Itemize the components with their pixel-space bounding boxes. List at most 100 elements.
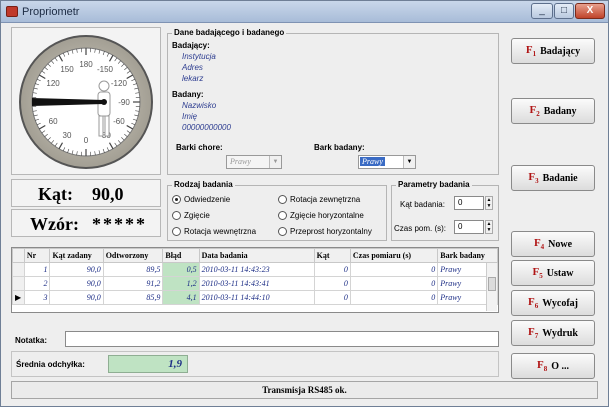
cell-angle[interactable]: 0 bbox=[313, 262, 351, 277]
option-label: Zgięcie bbox=[184, 211, 210, 220]
fkey-number: 2 bbox=[536, 110, 540, 119]
mean-deviation-label: Średnia odchyłka: bbox=[16, 360, 85, 369]
cell-time[interactable]: 0 bbox=[349, 262, 439, 277]
cell-nr[interactable]: 1 bbox=[23, 262, 51, 277]
cell-reproduced[interactable]: 89,5 bbox=[102, 262, 164, 277]
f1-examiner-button[interactable]: F1 Badający bbox=[511, 38, 595, 64]
f5-label: Ustaw bbox=[546, 267, 574, 279]
cell-nr[interactable]: 3 bbox=[23, 290, 51, 305]
radio-zgiecie-horyzontalne[interactable] bbox=[278, 211, 287, 220]
mean-deviation-value: 1,9 bbox=[168, 358, 182, 370]
column-header[interactable]: Czas pomiaru (s) bbox=[349, 248, 439, 263]
cell-reproduced[interactable]: 91,2 bbox=[102, 276, 164, 291]
mean-deviation-field: 1,9 bbox=[108, 355, 188, 373]
fkey-number: 8 bbox=[543, 365, 548, 374]
examiner-doctor: lekarz bbox=[182, 74, 204, 83]
pattern-label: Wzór: bbox=[30, 214, 79, 234]
table-row[interactable]: 1 90,0 89,5 0,5 2010-03-11 14:43:23 0 0 … bbox=[12, 262, 498, 277]
table-row-selected[interactable]: ▶ 3 90,0 85,9 4,1 2010-03-11 14:44:10 0 … bbox=[12, 290, 498, 305]
fkey-number: 7 bbox=[534, 332, 539, 341]
cell-error[interactable]: 0,5 bbox=[162, 262, 200, 277]
chevron-down-icon[interactable]: ▼ bbox=[403, 156, 415, 168]
radio-rotacja-zewnetrzna[interactable] bbox=[278, 195, 287, 204]
minimize-button[interactable]: _ bbox=[531, 3, 553, 19]
examiner-address: Adres bbox=[182, 63, 203, 72]
f7-label: Wydruk bbox=[542, 327, 578, 339]
cell-date[interactable]: 2010-03-11 14:43:23 bbox=[198, 262, 315, 277]
subject-data-group: Dane badającego i badanego Badający: Ins… bbox=[167, 28, 499, 175]
measure-time-value: 0 bbox=[458, 222, 463, 231]
table-row[interactable]: 2 90,0 91,2 1,2 2010-03-11 14:43:41 0 0 … bbox=[12, 276, 498, 291]
table-scrollbar[interactable] bbox=[486, 263, 497, 311]
radio-zgiecie[interactable] bbox=[172, 211, 181, 220]
cell-set-angle[interactable]: 90,0 bbox=[49, 262, 104, 277]
fkey-number: 4 bbox=[540, 243, 545, 252]
radio-rotacja-wewnetrzna[interactable] bbox=[172, 227, 181, 236]
radio-odwiedzenie[interactable] bbox=[172, 195, 181, 204]
title-bar[interactable]: Propriometr _ □ X bbox=[1, 1, 608, 23]
window-title: Propriometr bbox=[22, 6, 80, 18]
cell-time[interactable]: 0 bbox=[349, 290, 439, 305]
measure-time-label: Czas pom. (s): bbox=[394, 224, 447, 233]
f8-about-button[interactable]: F8 O ... bbox=[511, 353, 595, 379]
fkey-letter: F bbox=[533, 236, 541, 249]
option-label: Rotacja zewnętrzna bbox=[290, 195, 361, 204]
f8-label: O ... bbox=[551, 360, 569, 372]
column-header[interactable]: Nr bbox=[23, 248, 51, 263]
gauge-tick-label: -150 bbox=[97, 65, 114, 74]
gauge-tick-label: -60 bbox=[113, 117, 125, 126]
radio-przeprost-horyzontalny[interactable] bbox=[278, 227, 287, 236]
f6-undo-button[interactable]: F6 Wycofaj bbox=[511, 290, 595, 316]
f4-label: Nowe bbox=[548, 238, 573, 250]
cell-error[interactable]: 1,2 bbox=[162, 276, 200, 291]
measure-time-spinner[interactable]: ▲ ▼ bbox=[485, 220, 493, 234]
patient-label: Badany: bbox=[172, 90, 204, 99]
cell-date[interactable]: 2010-03-11 14:44:10 bbox=[198, 290, 315, 305]
column-header[interactable]: Kąt bbox=[313, 248, 351, 263]
f2-patient-button[interactable]: F2 Badany bbox=[511, 98, 595, 124]
column-header[interactable]: Kąt zadany bbox=[49, 248, 104, 263]
column-header[interactable]: Data badania bbox=[198, 248, 315, 263]
cell-set-angle[interactable]: 90,0 bbox=[49, 276, 104, 291]
exam-angle-input[interactable]: 0 bbox=[454, 196, 484, 210]
sick-shoulders-combo[interactable]: Prawy ▼ bbox=[226, 155, 282, 169]
option-label: Odwiedzenie bbox=[184, 195, 231, 204]
gauge-tick-label: 120 bbox=[46, 79, 60, 88]
exam-type-group: Rodzaj badania Odwiedzenie Zgięcie Rotac… bbox=[167, 180, 387, 241]
column-header[interactable]: Błąd bbox=[162, 248, 200, 263]
cell-error[interactable]: 4,1 bbox=[162, 290, 200, 305]
table-header-row: Nr Kąt zadany Odtworzony Błąd Data badan… bbox=[12, 248, 498, 263]
gauge-tick-label: -90 bbox=[118, 98, 130, 107]
column-header[interactable]: Bark badany bbox=[437, 248, 498, 263]
cell-time[interactable]: 0 bbox=[349, 276, 439, 291]
maximize-button[interactable]: □ bbox=[554, 3, 574, 19]
note-input[interactable] bbox=[65, 331, 499, 347]
app-icon bbox=[6, 6, 18, 17]
examined-shoulder-value: Prawy bbox=[360, 157, 385, 166]
gauge-tick-label: 60 bbox=[49, 117, 58, 126]
f4-new-button[interactable]: F4 Nowe bbox=[511, 231, 595, 257]
cell-nr[interactable]: 2 bbox=[23, 276, 51, 291]
exam-angle-spinner[interactable]: ▲ ▼ bbox=[485, 196, 493, 210]
cell-reproduced[interactable]: 85,9 bbox=[102, 290, 164, 305]
f7-print-button[interactable]: F7 Wydruk bbox=[511, 320, 595, 346]
close-button[interactable]: X bbox=[575, 3, 605, 19]
exam-angle-value: 0 bbox=[458, 198, 463, 207]
gauge-panel: 1801501209060300-30-60-90-120-150 bbox=[11, 27, 161, 175]
cell-date[interactable]: 2010-03-11 14:43:41 bbox=[198, 276, 315, 291]
cell-set-angle[interactable]: 90,0 bbox=[49, 290, 104, 305]
chevron-down-icon[interactable]: ▼ bbox=[269, 156, 281, 168]
f5-set-button[interactable]: F5 Ustaw bbox=[511, 260, 595, 286]
fkey-letter: F bbox=[528, 295, 535, 308]
f3-exam-button[interactable]: F3 Badanie bbox=[511, 165, 595, 191]
cell-angle[interactable]: 0 bbox=[313, 290, 351, 305]
fkey-letter: F bbox=[528, 325, 535, 338]
measure-time-input[interactable]: 0 bbox=[454, 220, 484, 234]
cell-angle[interactable]: 0 bbox=[313, 276, 351, 291]
column-header[interactable]: Odtworzony bbox=[102, 248, 164, 263]
examined-shoulder-combo[interactable]: Prawy ▼ bbox=[358, 155, 416, 169]
pattern-readout: Wzór: ***** bbox=[11, 209, 161, 237]
patient-name: Imię bbox=[182, 112, 198, 121]
scrollbar-thumb[interactable] bbox=[488, 277, 496, 291]
option-label: Rotacja wewnętrzna bbox=[184, 227, 257, 236]
